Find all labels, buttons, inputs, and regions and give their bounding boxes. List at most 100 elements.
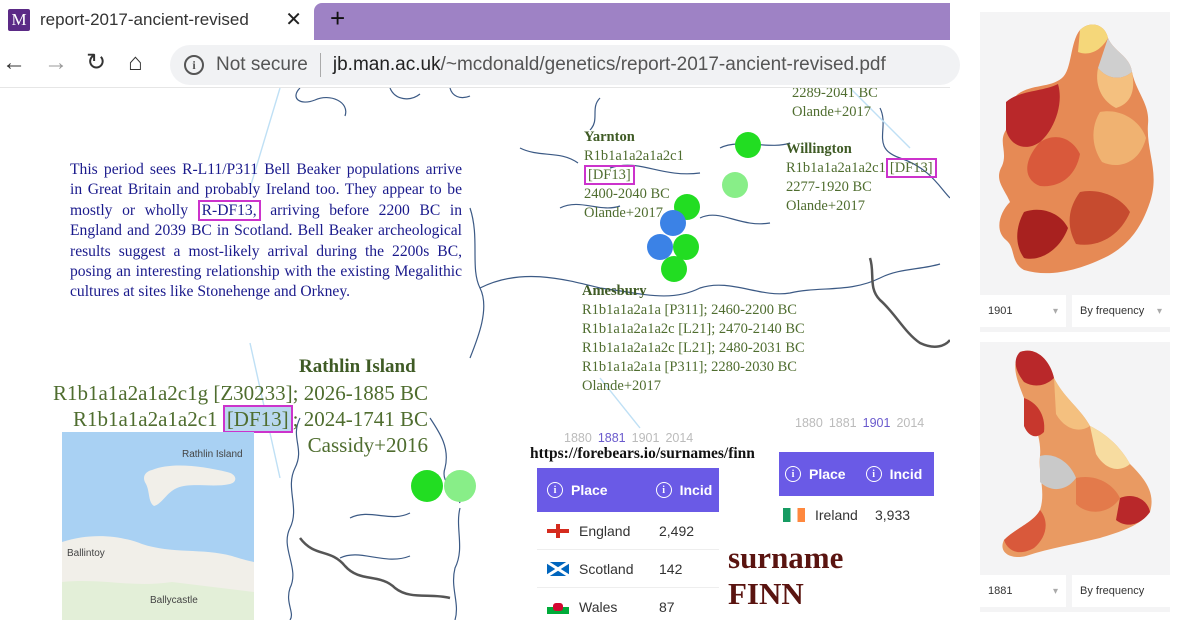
year-selector-left[interactable]: 1880 1881 1901 2014	[564, 431, 699, 445]
ireland-map-controls: 1901 ▾ By frequency ▾	[980, 290, 1170, 332]
yarnton-title: Yarnton	[584, 129, 635, 145]
incidence-value: 87	[659, 598, 675, 615]
url-input[interactable]: i Not secure jb.man.ac.uk/~mcdonald/gene…	[170, 45, 960, 85]
chevron-down-icon: ▾	[1156, 305, 1162, 317]
active-tab[interactable]: M report-2017-ancient-revised ✕	[0, 0, 312, 40]
year-dropdown[interactable]: 1901 ▾	[980, 295, 1066, 327]
ireland-flag-icon	[783, 508, 805, 522]
incidence-value: 2,492	[659, 522, 695, 539]
report-paragraph: This period sees R-L11/P311 Bell Beaker …	[70, 160, 462, 303]
rathlin-inset-map: Rathlin Island Ballintoy Ballycastle	[62, 432, 254, 620]
ireland-map-panel: 1901 ▾ By frequency ▾	[980, 12, 1170, 332]
incidence-table-ireland: i Place i Incid Ireland 3,933	[779, 452, 934, 534]
new-tab-button[interactable]: +	[330, 3, 345, 33]
address-bar: ← → ↻ ⌂ i Not secure jb.man.ac.uk/~mcdon…	[0, 40, 960, 88]
england-choropleth	[1002, 350, 1152, 558]
mode-value: By frequency	[1080, 305, 1145, 317]
mode-dropdown[interactable]: By frequency ▾	[1072, 295, 1170, 327]
england-flag-icon	[547, 523, 569, 538]
r-df13-highlight: R-DF13,	[197, 199, 261, 221]
amesbury-line: R1b1a1a2a1a [P311]; 2460-2200 BC	[582, 302, 797, 318]
year-option[interactable]: 2014	[896, 416, 924, 430]
yarnton-label: Yarnton R1b1a1a2a1a2c1 [DF13] 2400-2040 …	[584, 128, 684, 223]
favicon-icon: M	[8, 9, 30, 31]
year-option-active[interactable]: 1901	[863, 416, 891, 430]
england-map-controls: 1881 ▾ By frequency	[980, 570, 1170, 612]
willington-df13-box: [DF13]	[885, 158, 937, 178]
year-option[interactable]: 1880	[795, 416, 823, 430]
willington-haplogroup: R1b1a1a2a1a2c1	[786, 160, 886, 176]
year-option-active[interactable]: 1881	[598, 431, 626, 445]
willington-dates: 2277-1920 BC	[786, 179, 872, 195]
table-row[interactable]: Scotland 142	[537, 550, 719, 588]
top-site-dates: 2289-2041 BC	[792, 88, 878, 101]
surname-caption: surname FINN	[728, 540, 843, 612]
rathlin-haplogroup-1: R1b1a1a2a1a2c1g [Z30233]; 2026-1885 BC	[52, 381, 428, 405]
url-text: jb.man.ac.uk/~mcdonald/genetics/report-2…	[333, 54, 886, 76]
yarnton-dates: 2400-2040 BC	[584, 186, 670, 202]
sample-dot	[735, 132, 761, 158]
forebears-url[interactable]: https://forebears.io/surnames/finn	[530, 445, 755, 463]
amesbury-line: R1b1a1a2a1a2c [L21]; 2470-2140 BC	[582, 321, 805, 337]
scotland-flag-icon	[547, 561, 569, 576]
england-map-panel: 1881 ▾ By frequency	[980, 342, 1170, 612]
year-selector-right[interactable]: 1880 1881 1901 2014	[795, 416, 930, 430]
reload-icon[interactable]: ↻	[86, 50, 106, 76]
forward-icon[interactable]: →	[44, 50, 68, 76]
amesbury-title: Amesbury	[582, 283, 647, 299]
map-label-rathlin: Rathlin Island	[182, 449, 243, 460]
year-value: 1901	[988, 305, 1013, 317]
willington-citation: Olande+2017	[786, 198, 866, 214]
table-row[interactable]: England 2,492	[537, 512, 719, 550]
incidence-value: 3,933	[875, 507, 911, 523]
sample-dot	[444, 470, 476, 502]
year-option[interactable]: 1901	[632, 431, 660, 445]
url-path: /~mcdonald/genetics/report-2017-ancient-…	[440, 54, 886, 75]
place-name[interactable]: Wales	[579, 599, 659, 615]
place-name[interactable]: Scotland	[579, 561, 659, 577]
place-name[interactable]: England	[579, 523, 659, 539]
table-header: i Place i Incid	[537, 468, 719, 512]
amesbury-citation: Olande+2017	[582, 378, 662, 394]
table-header: i Place i Incid	[779, 452, 934, 496]
sample-dot	[411, 470, 443, 502]
info-icon[interactable]: i	[785, 466, 801, 482]
col-incidence[interactable]: Incid	[680, 482, 713, 498]
top-site-label: 2289-2041 BC Olande+2017	[792, 88, 878, 122]
place-name[interactable]: Ireland	[815, 507, 875, 523]
year-value: 1881	[988, 585, 1013, 597]
col-incidence[interactable]: Incid	[890, 466, 923, 482]
col-place[interactable]: Place	[809, 466, 846, 482]
sample-dot	[661, 256, 687, 282]
back-icon[interactable]: ←	[2, 50, 26, 76]
amesbury-line: R1b1a1a2a1a2c [L21]; 2480-2031 BC	[582, 340, 805, 356]
col-place[interactable]: Place	[571, 482, 608, 498]
info-icon[interactable]: i	[547, 482, 563, 498]
info-icon[interactable]: i	[184, 55, 204, 75]
willington-title: Willington	[786, 141, 852, 157]
sample-dot	[660, 210, 686, 236]
wales-flag-icon	[547, 599, 569, 614]
amesbury-label: Amesbury R1b1a1a2a1a [P311]; 2460-2200 B…	[582, 282, 805, 396]
chevron-down-icon: ▾	[1052, 585, 1058, 597]
info-icon[interactable]: i	[655, 482, 672, 498]
map-label-ballycastle: Ballycastle	[150, 595, 198, 606]
chevron-down-icon: ▾	[1052, 305, 1058, 317]
mode-dropdown[interactable]: By frequency	[1072, 575, 1170, 607]
surname-label: surname	[728, 540, 844, 575]
year-dropdown[interactable]: 1881 ▾	[980, 575, 1066, 607]
year-option[interactable]: 1881	[829, 416, 857, 430]
year-option[interactable]: 1880	[564, 431, 592, 445]
mode-value: By frequency	[1080, 585, 1145, 597]
year-option[interactable]: 2014	[665, 431, 693, 445]
close-tab-icon[interactable]: ✕	[285, 7, 302, 32]
table-row[interactable]: Wales 87	[537, 588, 719, 620]
pdf-page[interactable]: This period sees R-L11/P311 Bell Beaker …	[0, 88, 950, 620]
map-label-ballintoy: Ballintoy	[67, 548, 105, 559]
security-label: Not secure	[216, 54, 308, 75]
info-icon[interactable]: i	[865, 466, 882, 482]
home-icon[interactable]: ⌂	[128, 50, 143, 76]
table-row[interactable]: Ireland 3,933	[779, 496, 934, 534]
sample-dot	[722, 172, 748, 198]
tab-title: report-2017-ancient-revised	[40, 10, 249, 29]
